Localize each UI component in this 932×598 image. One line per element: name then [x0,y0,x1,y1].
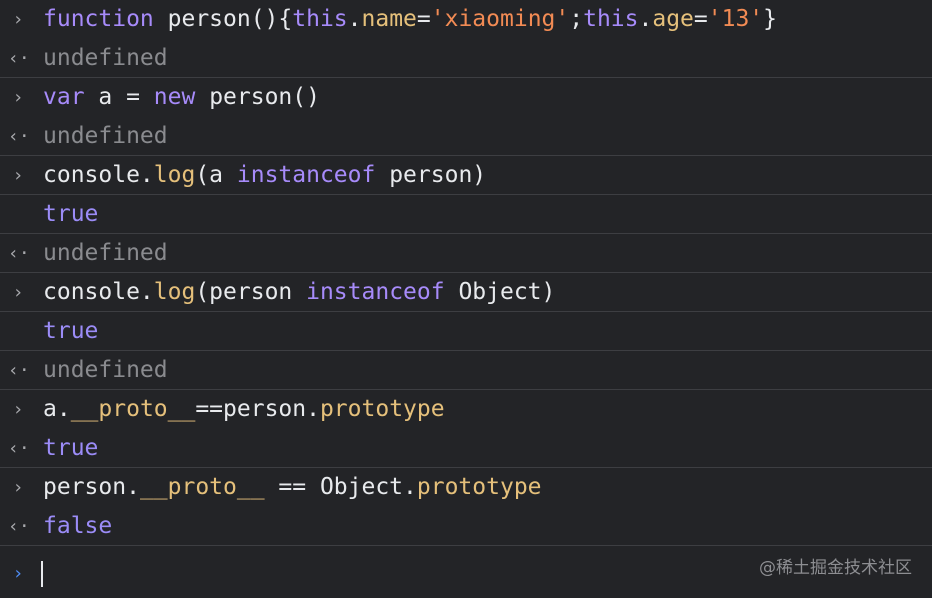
console-input-line: › person.__proto__ == Object.prototype [0,468,932,507]
chevron-right-icon: › [12,165,24,186]
code-token: undefined [43,240,168,266]
console-return-line: ‹· false [0,507,932,546]
code-token: undefined [43,123,168,149]
code-token: log [153,279,196,305]
code-token: 'xiaoming' [430,6,570,32]
console-input-line: › console.log(a instanceof person) [0,156,932,195]
code-token: '13' [707,6,764,32]
code-token: a = [84,84,154,110]
code-token: == Object. [264,474,417,500]
console-text: false [43,507,112,546]
code-token: console. [43,279,154,305]
console-text: undefined [43,117,168,156]
console-input-line: › a.__proto__==person.prototype [0,390,932,429]
code-token: __proto__ [139,474,265,500]
code-token: a. [43,396,71,422]
console-return-line: ‹· true [0,429,932,468]
code-token: instanceof [306,279,445,305]
code-token: undefined [43,357,168,383]
console-text: console.log(a instanceof person) [43,156,486,195]
code-token: . [347,6,362,32]
console-log-line: true [0,195,932,234]
code-token: true [43,435,99,461]
code-token: console. [43,162,154,188]
code-token: false [43,513,113,539]
console-return-line: ‹· undefined [0,117,932,156]
code-token: person() [195,84,320,110]
prompt-chevron-icon: › [12,563,24,584]
chevron-right-icon: › [12,87,24,108]
devtools-console: › function person(){this.name='xiaoming';… [0,0,932,598]
code-token: true [43,318,99,344]
chevron-right-icon: › [12,9,24,30]
console-input-line: › var a = new person() [0,78,932,117]
code-token: prototype [319,396,445,422]
console-return-line: ‹· undefined [0,234,932,273]
code-token: function [43,6,154,32]
console-input-line: › console.log(person instanceof Object) [0,273,932,312]
code-token: log [153,162,196,188]
text-caret [41,561,43,587]
code-token: = [416,6,431,32]
console-text: true [43,312,98,351]
code-token: ==person. [195,396,320,422]
code-token: prototype [416,474,542,500]
console-text: var a = new person() [43,78,320,117]
return-arrow-icon: ‹· [8,516,30,537]
console-text: person.__proto__ == Object.prototype [43,468,542,507]
chevron-right-icon: › [12,399,24,420]
code-token: = [693,6,708,32]
code-token: var [43,84,85,110]
console-log: › function person(){this.name='xiaoming';… [0,0,932,546]
console-text: true [43,429,98,468]
code-token: Object) [444,279,556,305]
console-text: true [43,195,98,234]
code-token: person. [43,474,140,500]
console-text: a.__proto__==person.prototype [43,390,445,429]
code-token: age [652,6,694,32]
console-return-line: ‹· undefined [0,39,932,78]
code-token: (person [195,279,307,305]
chevron-right-icon: › [12,282,24,303]
console-input-line: › function person(){this.name='xiaoming';… [0,0,932,39]
return-arrow-icon: ‹· [8,48,30,69]
return-arrow-icon: ‹· [8,360,30,381]
code-token: __proto__ [70,396,196,422]
code-token: (a [195,162,237,188]
code-token: new [153,84,196,110]
code-token: this [292,6,348,32]
return-arrow-icon: ‹· [8,438,30,459]
code-token: instanceof [236,162,376,188]
console-text: undefined [43,39,168,78]
code-token: true [43,201,99,227]
console-text: function person(){this.name='xiaoming';t… [43,0,777,39]
chevron-right-icon: › [12,477,24,498]
code-token: } [763,6,778,32]
console-text: console.log(person instanceof Object) [43,273,555,312]
watermark: @稀土掘金技术社区 [759,558,912,578]
code-token: undefined [43,45,168,71]
return-arrow-icon: ‹· [8,243,30,264]
console-return-line: ‹· undefined [0,351,932,390]
console-log-line: true [0,312,932,351]
code-token: name [361,6,417,32]
code-token: . [638,6,653,32]
code-token: ; [569,6,584,32]
console-text: undefined [43,351,168,390]
console-text: undefined [43,234,168,273]
code-token: person) [375,162,487,188]
return-arrow-icon: ‹· [8,126,30,147]
code-token: this [583,6,639,32]
code-token: person(){ [153,6,293,32]
